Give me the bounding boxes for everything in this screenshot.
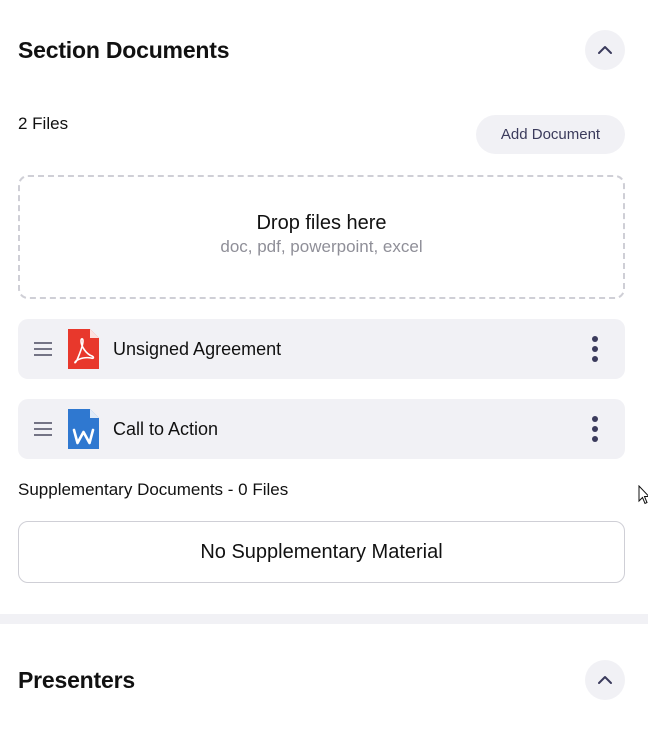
word-file-icon: [68, 409, 99, 449]
collapse-section-documents-button[interactable]: [585, 30, 625, 70]
file-dropzone[interactable]: Drop files here doc, pdf, powerpoint, ex…: [18, 175, 625, 299]
file-options-button[interactable]: [583, 413, 607, 445]
chevron-up-icon: [598, 676, 612, 684]
file-name: Call to Action: [113, 418, 219, 439]
section-documents-header: Section Documents: [18, 30, 625, 70]
file-name: Unsigned Agreement: [113, 338, 282, 359]
presenters-title: Presenters: [18, 666, 135, 693]
kebab-menu-icon: [592, 416, 598, 442]
section-divider: [0, 614, 648, 624]
kebab-menu-icon: [592, 336, 598, 362]
collapse-presenters-button[interactable]: [585, 660, 625, 700]
files-count: 2 Files: [18, 114, 69, 133]
file-row-call-to-action[interactable]: Call to Action: [18, 399, 625, 459]
drag-handle-icon[interactable]: [34, 422, 52, 436]
file-row-unsigned-agreement[interactable]: Unsigned Agreement: [18, 319, 625, 379]
dropzone-subtitle: doc, pdf, powerpoint, excel: [220, 236, 423, 256]
presenters-header: Presenters: [18, 660, 625, 700]
supplementary-empty-label: No Supplementary Material: [200, 540, 443, 563]
dropzone-title: Drop files here: [256, 211, 387, 234]
chevron-up-icon: [598, 46, 612, 54]
supplementary-documents-title: Supplementary Documents - 0 Files: [18, 480, 289, 499]
section-documents-title: Section Documents: [18, 36, 230, 63]
pdf-file-icon: [68, 329, 99, 369]
page: Section Documents 2 Files Add Document D…: [0, 0, 648, 739]
add-document-button[interactable]: Add Document: [476, 115, 625, 154]
drag-handle-icon[interactable]: [34, 342, 52, 356]
file-options-button[interactable]: [583, 333, 607, 365]
supplementary-empty-state: No Supplementary Material: [18, 521, 625, 583]
mouse-cursor-icon: [638, 485, 648, 505]
